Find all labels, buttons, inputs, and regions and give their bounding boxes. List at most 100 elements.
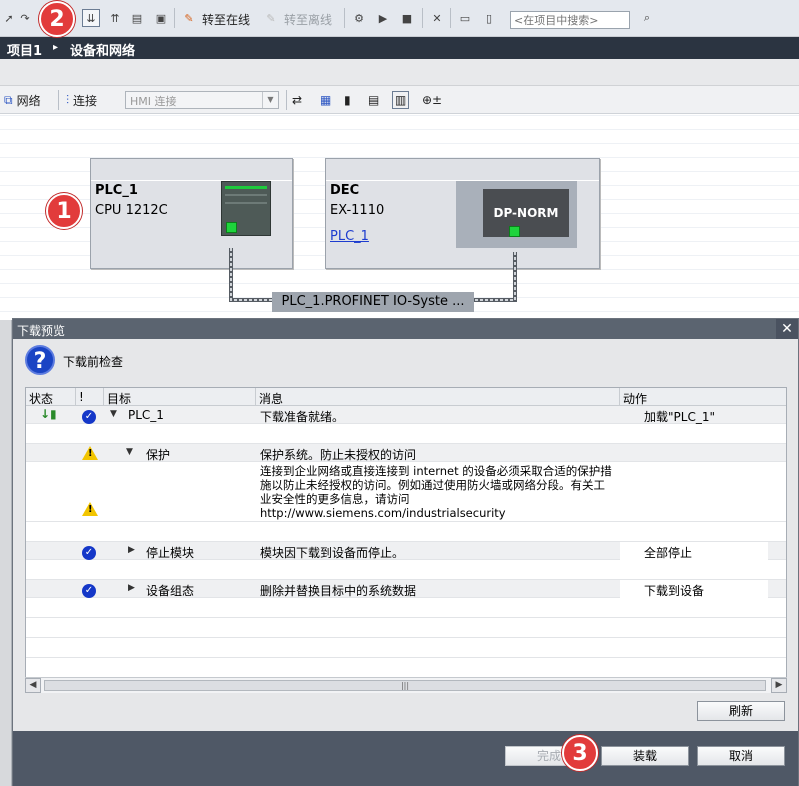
refresh-button[interactable]: 刷新 xyxy=(697,701,785,721)
download-to-device-button[interactable]: ⇊ xyxy=(82,9,100,27)
split-vertical-icon[interactable]: ▯ xyxy=(480,9,498,27)
table-row[interactable]: ✓ ▶ 设备组态 删除并替换目标中的系统数据 下载到设备 xyxy=(26,580,786,598)
main-toolbar: ➚ ↷ ⇊ ⇈ ▤ ▣ ✎ 转至在线 ✎ 转至离线 ⚙ ▶ ■ ✕ ▭ ▯ ⌕ xyxy=(0,0,799,37)
row-target: 设备组态 xyxy=(146,584,195,598)
download-status-icon: ↓▮ xyxy=(40,407,57,421)
page-view-icon[interactable]: ▥ xyxy=(392,91,410,109)
upload-from-device-icon[interactable]: ⇈ xyxy=(106,9,124,27)
question-icon: ? xyxy=(25,345,55,375)
breadcrumb-project[interactable]: 项目1 xyxy=(7,40,42,59)
dialog-title: 下载预览 xyxy=(17,324,66,338)
editor-header-band xyxy=(0,59,799,86)
chevron-down-icon[interactable]: ▼ xyxy=(262,92,278,108)
col-action[interactable]: 动作 xyxy=(620,388,786,406)
warning-icon xyxy=(82,502,98,519)
row-message: 删除并替换目标中的系统数据 xyxy=(260,584,417,598)
cancel-button[interactable]: 取消 xyxy=(697,746,785,766)
table-row[interactable]: ↓▮ ✓ ▼ PLC_1 下载准备就绪。 加载"PLC_1" xyxy=(26,406,786,425)
table-row xyxy=(26,522,786,542)
horizontal-scrollbar[interactable]: ◀ ||| ▶ xyxy=(25,677,787,693)
connection-type-value: HMI 连接 xyxy=(130,95,177,108)
search-in-project-icon[interactable]: ⌕ xyxy=(638,9,656,27)
table-row xyxy=(26,618,786,638)
dialog-footer: 完成 装载 取消 xyxy=(13,731,798,786)
network-view-toolbar: ⧉ 网络 ⫶ 连接 HMI 连接 ▼ ⇄ ▦ ▮ ▤ ▥ ⊕± xyxy=(0,86,799,114)
expand-down-icon[interactable]: ▼ xyxy=(110,409,117,419)
row-target: 停止模块 xyxy=(146,546,195,560)
row-message: 连接到企业网络或直接连接到 internet 的设备必须采取合适的保护措施以防止… xyxy=(260,464,612,506)
table-row xyxy=(26,560,786,580)
expand-down-icon[interactable]: ▼ xyxy=(126,447,133,457)
dialog-titlebar[interactable]: 下载预览 ✕ xyxy=(13,319,798,339)
download-block-icon[interactable]: ▤ xyxy=(128,9,146,27)
row-message: 保护系统。防止未授权的访问 xyxy=(260,448,417,462)
col-status[interactable]: 状态 xyxy=(26,388,76,406)
col-message[interactable]: 消息 xyxy=(256,388,620,406)
table-row[interactable]: ✓ ▶ 停止模块 模块因下载到设备而停止。 全部停止 xyxy=(26,542,786,560)
redo-icon[interactable]: ↷ xyxy=(16,9,34,27)
table-row xyxy=(26,638,786,658)
warning-icon xyxy=(82,446,98,463)
profinet-line xyxy=(229,248,517,302)
zoom-icon[interactable]: ⊕± xyxy=(422,91,442,109)
scroll-thumb[interactable]: ||| xyxy=(44,680,766,691)
table-row xyxy=(26,658,786,678)
device-icon[interactable]: ▮ xyxy=(344,91,351,109)
row-url[interactable]: http://www.siemens.com/industrialsecurit… xyxy=(260,506,506,520)
col-target[interactable]: 目标 xyxy=(104,388,256,406)
go-online-icon[interactable]: ✎ xyxy=(180,9,198,27)
network-icon: ⧉ xyxy=(4,92,13,107)
action-select[interactable]: 全部停止 xyxy=(620,542,768,560)
ready-check-icon: ✓ xyxy=(82,544,96,560)
download-preview-dialog: 下载预览 ✕ ? 下载前检查 状态 ! 目标 消息 动作 ↓▮ ✓ ▼ PLC_… xyxy=(12,318,799,786)
expand-right-icon[interactable]: ▶ xyxy=(128,545,135,555)
expand-right-icon[interactable]: ▶ xyxy=(128,583,135,593)
annotation-badge-1: 1 xyxy=(46,193,82,229)
breadcrumb-section: 设备和网络 xyxy=(70,44,136,59)
table-row xyxy=(26,598,786,618)
row-action: 下载到设备 xyxy=(644,584,705,598)
connection-icon: ⫶ xyxy=(66,92,70,107)
scroll-right-icon[interactable]: ▶ xyxy=(771,678,787,693)
split-horizontal-icon[interactable]: ▭ xyxy=(456,9,474,27)
start-cpu-icon[interactable]: ▶ xyxy=(374,9,392,27)
col-alert[interactable]: ! xyxy=(76,388,104,406)
network-mode-button[interactable]: ⧉ 网络 xyxy=(4,91,41,109)
ready-check-icon: ✓ xyxy=(82,408,96,424)
rename-icon[interactable]: ⇄ xyxy=(292,91,302,109)
action-select[interactable]: 下载到设备 xyxy=(620,580,768,598)
annotation-badge-2: 2 xyxy=(39,1,75,37)
simulation-icon[interactable]: ▣ xyxy=(152,9,170,27)
row-action[interactable]: 加载"PLC_1" xyxy=(644,408,715,425)
connection-type-select[interactable]: HMI 连接 ▼ xyxy=(125,91,279,109)
load-button[interactable]: 装载 xyxy=(601,746,689,766)
profinet-network-label[interactable]: PLC_1.PROFINET IO-Syste ... xyxy=(272,292,474,312)
row-message: 下载准备就绪。 xyxy=(260,410,345,424)
table-row xyxy=(26,424,786,444)
network-label: 网络 xyxy=(16,93,41,108)
row-action: 全部停止 xyxy=(644,546,693,560)
left-panel-strip xyxy=(0,320,12,786)
connection-mode-button[interactable]: ⫶ 连接 xyxy=(66,91,97,109)
network-overview-icon[interactable]: ▦ xyxy=(320,91,331,109)
stop-cpu-icon[interactable]: ■ xyxy=(398,9,416,27)
connection-label: 连接 xyxy=(73,93,98,108)
scroll-left-icon[interactable]: ◀ xyxy=(25,678,41,693)
close-project-icon[interactable]: ✕ xyxy=(428,9,446,27)
ready-check-icon: ✓ xyxy=(82,582,96,598)
project-search-input[interactable] xyxy=(510,11,630,29)
row-target: 保护 xyxy=(146,448,171,462)
go-online-button[interactable]: 转至在线 xyxy=(202,11,250,28)
breadcrumb: 项目1 ▸ 设备和网络 xyxy=(0,37,799,59)
dialog-heading: 下载前检查 xyxy=(63,355,124,369)
row-target: PLC_1 xyxy=(128,408,164,422)
table-row: 连接到企业网络或直接连接到 internet 的设备必须采取合适的保护措施以防止… xyxy=(26,462,786,522)
close-icon[interactable]: ✕ xyxy=(776,319,798,339)
table-icon[interactable]: ▤ xyxy=(368,91,379,109)
annotation-badge-3: 3 xyxy=(562,735,598,771)
go-offline-button[interactable]: 转至离线 xyxy=(284,11,332,28)
table-row[interactable]: ▼ 保护 保护系统。防止未授权的访问 xyxy=(26,444,786,463)
network-canvas[interactable]: PLC_1 CPU 1212C DEC EX-1110 PLC_1 DP-NOR… xyxy=(0,115,799,320)
accessible-devices-icon[interactable]: ⚙ xyxy=(350,9,368,27)
download-check-table: 状态 ! 目标 消息 动作 ↓▮ ✓ ▼ PLC_1 下载准备就绪。 加载"PL… xyxy=(25,387,787,692)
